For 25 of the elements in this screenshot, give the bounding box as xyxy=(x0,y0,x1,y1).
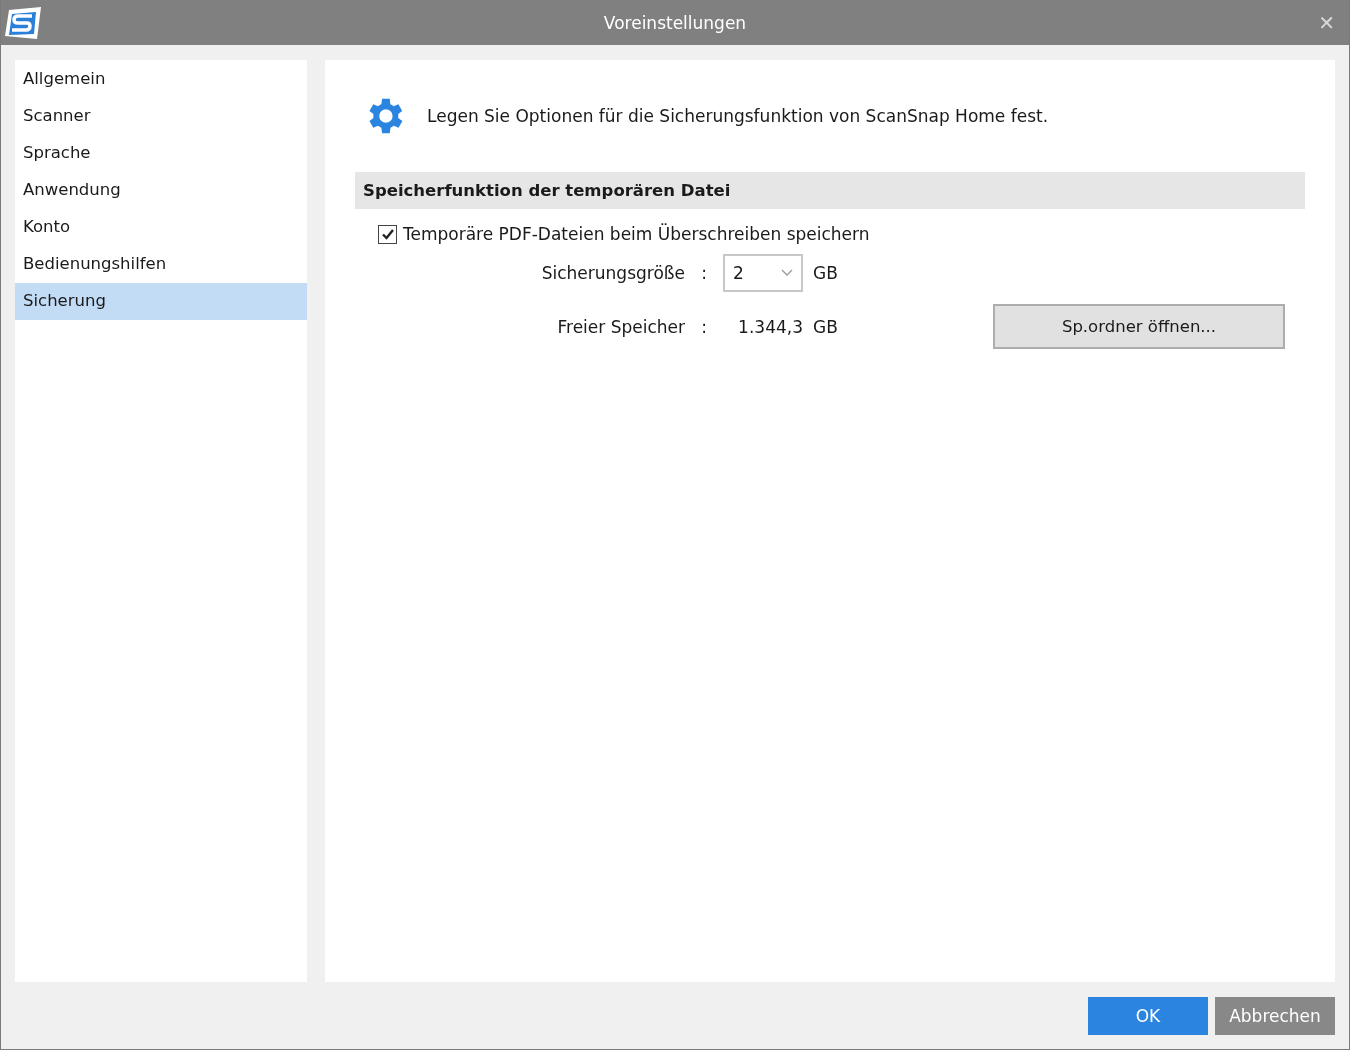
app-logo-icon xyxy=(3,5,43,40)
colon-text: : xyxy=(700,263,708,283)
checkbox-label: Temporäre PDF-Dateien beim Überschreiben speichern xyxy=(403,224,870,244)
colon-text: : xyxy=(700,316,708,337)
sidebar-item[interactable]: Bedienungshilfen xyxy=(15,246,307,283)
field-label: Sicherungsgröße xyxy=(540,263,685,283)
unit-text: GB xyxy=(812,263,839,283)
field-label: Freier Speicher xyxy=(556,316,685,337)
open-folder-button[interactable]: Sp.ordner öffnen... xyxy=(993,304,1285,349)
unit-text: GB xyxy=(812,316,839,337)
ok-button[interactable]: OK xyxy=(1088,997,1208,1035)
sidebar-item[interactable]: Anwendung xyxy=(15,172,307,209)
chevron-down-icon xyxy=(781,269,793,277)
intro-text: Legen Sie Optionen für die Sicherungsfunktion von ScanSnap Home fest. xyxy=(427,106,1049,126)
free-space-value: 1.344,3 xyxy=(737,316,803,337)
sidebar-item[interactable]: Allgemein xyxy=(15,61,307,98)
window-title: Voreinstellungen xyxy=(603,12,747,33)
section-header: Speicherfunktion der temporären Datei xyxy=(355,172,1305,209)
sidebar-item[interactable]: Scanner xyxy=(15,98,307,135)
cancel-button[interactable]: Abbrechen xyxy=(1215,997,1335,1035)
checkbox[interactable] xyxy=(378,224,397,244)
size-dropdown[interactable]: 2 xyxy=(723,254,803,292)
sidebar-item[interactable]: Konto xyxy=(15,209,307,246)
sidebar-item[interactable]: Sprache xyxy=(15,135,307,172)
sidebar-item[interactable]: Sicherung xyxy=(15,283,307,320)
